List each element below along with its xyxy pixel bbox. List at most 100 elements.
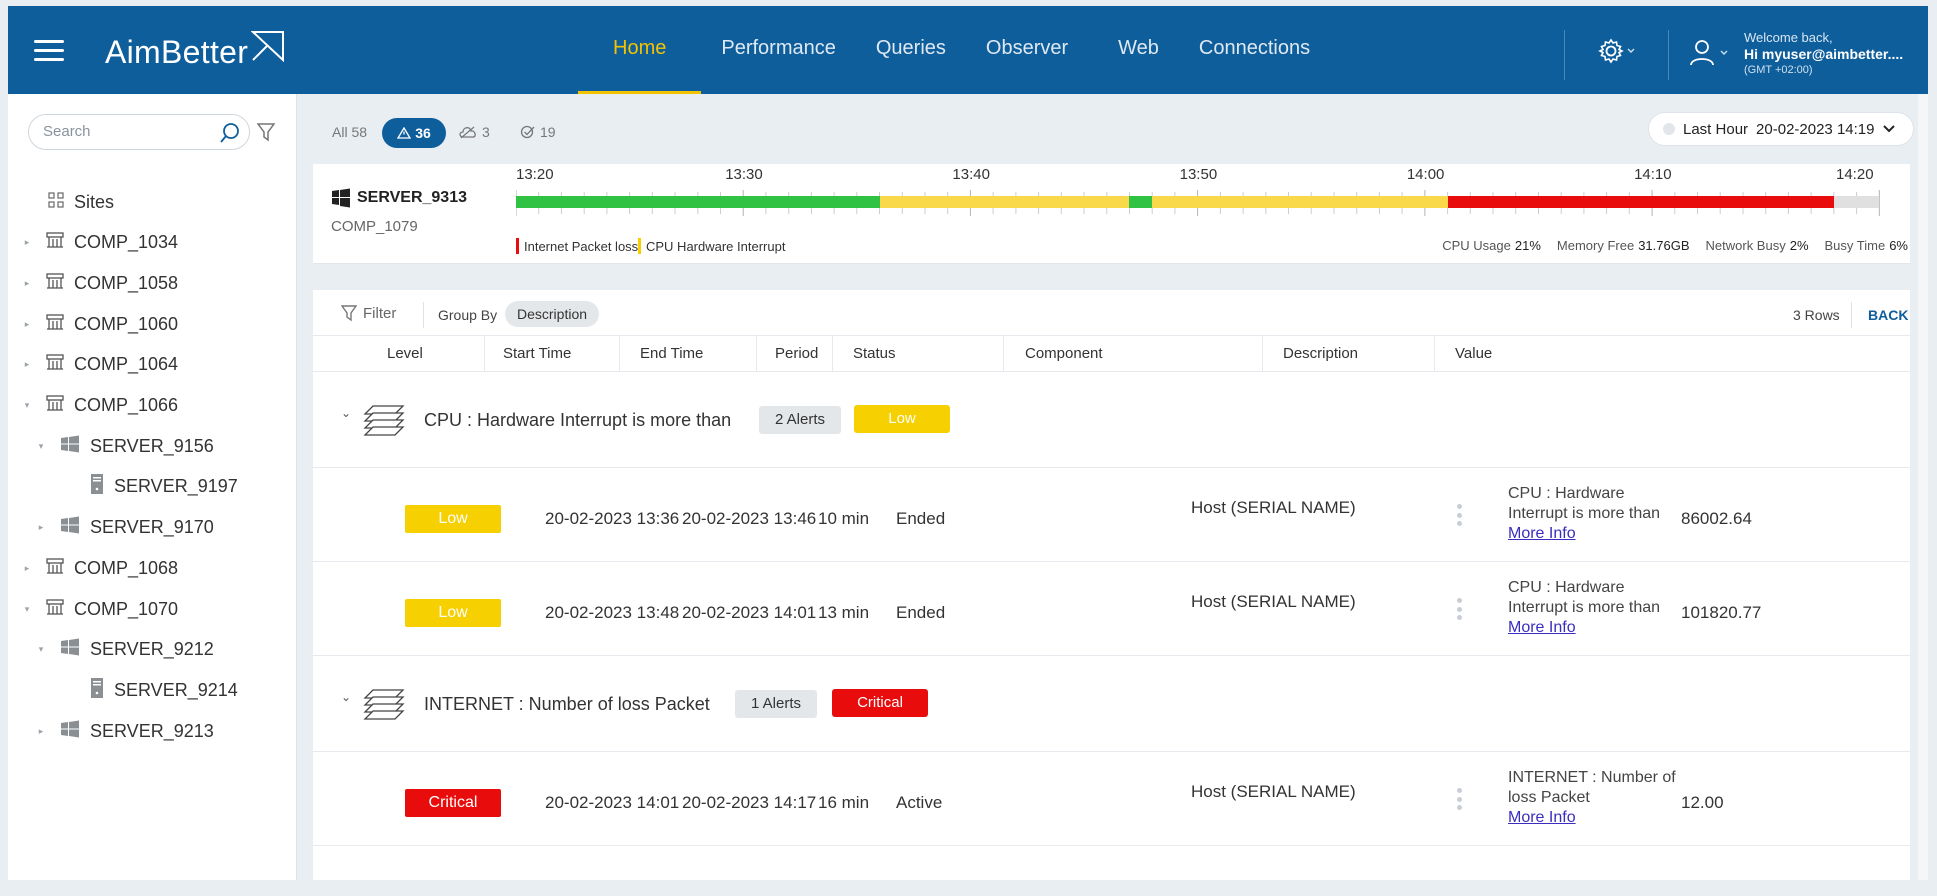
windows-icon [60,435,80,458]
table-row[interactable]: Critical 20-02-2023 14:01 20-02-2023 14:… [313,752,1910,846]
chevron-down-icon[interactable]: ⌄ [341,406,351,420]
welcome-block[interactable]: Welcome back, Hi myuser@aimbetter.... (G… [1744,30,1903,78]
table-row[interactable]: Low 20-02-2023 13:36 20-02-2023 13:46 10… [313,468,1910,562]
alert-filter-bar: All 58 36 3 19 Last Hour 20-02-2023 14:1… [298,94,1928,164]
scrollbar[interactable] [1918,94,1928,880]
filter-all[interactable]: All 58 [332,124,367,140]
tree-item-comp_1066[interactable]: ▾ COMP_1066 [20,391,178,421]
column-period[interactable]: Period [755,336,833,372]
description: CPU : Hardware Interrupt is more than Mo… [1508,484,1678,544]
tree-item-comp_1064[interactable]: ▸ COMP_1064 [20,350,178,380]
timeline-segment-warning[interactable] [1152,196,1448,208]
timeline-time-label: 14:10 [1634,166,1672,183]
legend-cpu: CPU Hardware Interrupt [638,238,785,254]
caret-right-icon[interactable]: ▸ [20,563,34,574]
search-icon[interactable] [219,122,241,144]
caret-down-icon[interactable]: ▾ [20,604,34,615]
tree-item-server_9156[interactable]: ▾ SERVER_9156 [34,431,214,461]
menu-icon[interactable] [34,40,64,62]
group-row[interactable]: ⌄ INTERNET : Number of loss Packet 1 Ale… [313,656,1910,752]
timeline-segment-ok[interactable] [1129,196,1153,208]
tree-item-label: Sites [74,191,115,212]
time-range-picker[interactable]: Last Hour 20-02-2023 14:19 [1648,112,1914,146]
tree-item-comp_1034[interactable]: ▸ COMP_1034 [20,228,178,258]
tree-item-comp_1058[interactable]: ▸ COMP_1058 [20,268,178,298]
timeline-time-label: 14:00 [1406,166,1445,183]
tree-item-label: COMP_1058 [74,272,179,293]
caret-down-icon[interactable]: ▾ [20,400,34,411]
legend-label: Internet Packet loss [524,238,639,254]
search-input[interactable] [43,123,203,140]
cloud-count: 3 [482,124,490,140]
chevron-down-icon[interactable]: ⌄ [341,690,351,704]
column-start-time[interactable]: Start Time [483,336,620,372]
brand-logo[interactable]: AimBetter [105,34,248,71]
alerts-count-badge[interactable]: 1 Alerts [735,690,818,718]
column-value[interactable]: Value [1435,336,1905,372]
nav-queries[interactable]: Queries [856,6,966,94]
alerts-count-badge[interactable]: 2 Alerts [759,406,842,434]
column-description[interactable]: Description [1263,336,1435,372]
user-menu-button[interactable] [1688,38,1736,71]
nav-home[interactable]: Home [578,6,702,94]
tree-item-server_9170[interactable]: ▸ SERVER_9170 [34,513,214,543]
settings-button[interactable] [1598,38,1638,69]
timeline-segment-warning[interactable] [879,196,1130,208]
caret-down-icon[interactable]: ▾ [34,644,48,655]
column-level[interactable]: Level [367,336,485,372]
table-row[interactable]: Low 20-02-2023 13:48 20-02-2023 14:01 13… [313,562,1910,656]
more-info-link[interactable]: More Info [1508,524,1678,544]
caret-right-icon[interactable]: ▸ [20,319,34,330]
period: 13 min [818,603,870,622]
tree-item-server_9213[interactable]: ▸ SERVER_9213 [34,716,214,746]
nav-observer[interactable]: Observer [966,6,1088,94]
server-name[interactable]: SERVER_9313 [331,188,467,208]
more-info-link[interactable]: More Info [1508,618,1678,638]
group-row[interactable]: ⌄ CPU : Hardware Interrupt is more than … [313,372,1910,468]
tree-item-comp_1060[interactable]: ▸ COMP_1060 [20,309,178,339]
filter-cloud[interactable]: 3 [458,124,490,140]
more-options-icon[interactable] [1456,788,1462,810]
column-status[interactable]: Status [833,336,1004,372]
filter-button[interactable]: Filter [341,304,396,322]
tree-item-comp_1068[interactable]: ▸ COMP_1068 [20,553,178,583]
filter-icon[interactable] [257,122,275,142]
value: 101820.77 [1681,603,1762,622]
layers-icon [363,405,405,436]
filter-alerts[interactable]: 36 [382,118,446,148]
filter-resolved[interactable]: 19 [520,124,556,140]
stat-network: Network Busy 2% [1705,238,1809,253]
caret-right-icon[interactable]: ▸ [20,237,34,248]
status: Ended [896,603,946,622]
more-options-icon[interactable] [1456,504,1462,526]
caret-right-icon[interactable]: ▸ [34,522,48,533]
more-options-icon[interactable] [1456,598,1462,620]
end-time: 20-02-2023 14:01 [682,603,817,622]
level-badge: Low [405,599,501,627]
tree-item-server_9212[interactable]: ▾ SERVER_9212 [34,635,214,665]
caret-down-icon[interactable]: ▾ [34,441,48,452]
group-by-chip[interactable]: Description [505,301,600,327]
stat-busy: Busy Time 6% [1824,238,1908,253]
nav-performance[interactable]: Performance [701,6,856,94]
tree-item-comp_1070[interactable]: ▾ COMP_1070 [20,594,178,624]
tree-item-sites[interactable]: Sites [36,187,114,217]
status-timeline[interactable] [516,186,1902,216]
column-end-time[interactable]: End Time [620,336,757,372]
windows-icon [332,188,350,208]
nav-connections[interactable]: Connections [1179,6,1330,94]
caret-right-icon[interactable]: ▸ [20,278,34,289]
more-info-link[interactable]: More Info [1508,808,1678,828]
tree-item-server_9197[interactable]: SERVER_9197 [48,472,238,502]
group-title: CPU : Hardware Interrupt is more than [424,410,732,430]
timeline-segment-critical[interactable] [1447,196,1834,208]
back-button[interactable]: BACK [1868,307,1908,323]
timeline-segment-none[interactable] [1833,196,1880,208]
column-component[interactable]: Component [1005,336,1263,372]
caret-right-icon[interactable]: ▸ [20,359,34,370]
caret-right-icon[interactable]: ▸ [34,726,48,737]
tree-item-server_9214[interactable]: SERVER_9214 [48,675,238,705]
nav-web[interactable]: Web [1088,6,1179,94]
windows-icon [60,638,80,661]
timeline-segment-ok[interactable] [516,196,880,208]
